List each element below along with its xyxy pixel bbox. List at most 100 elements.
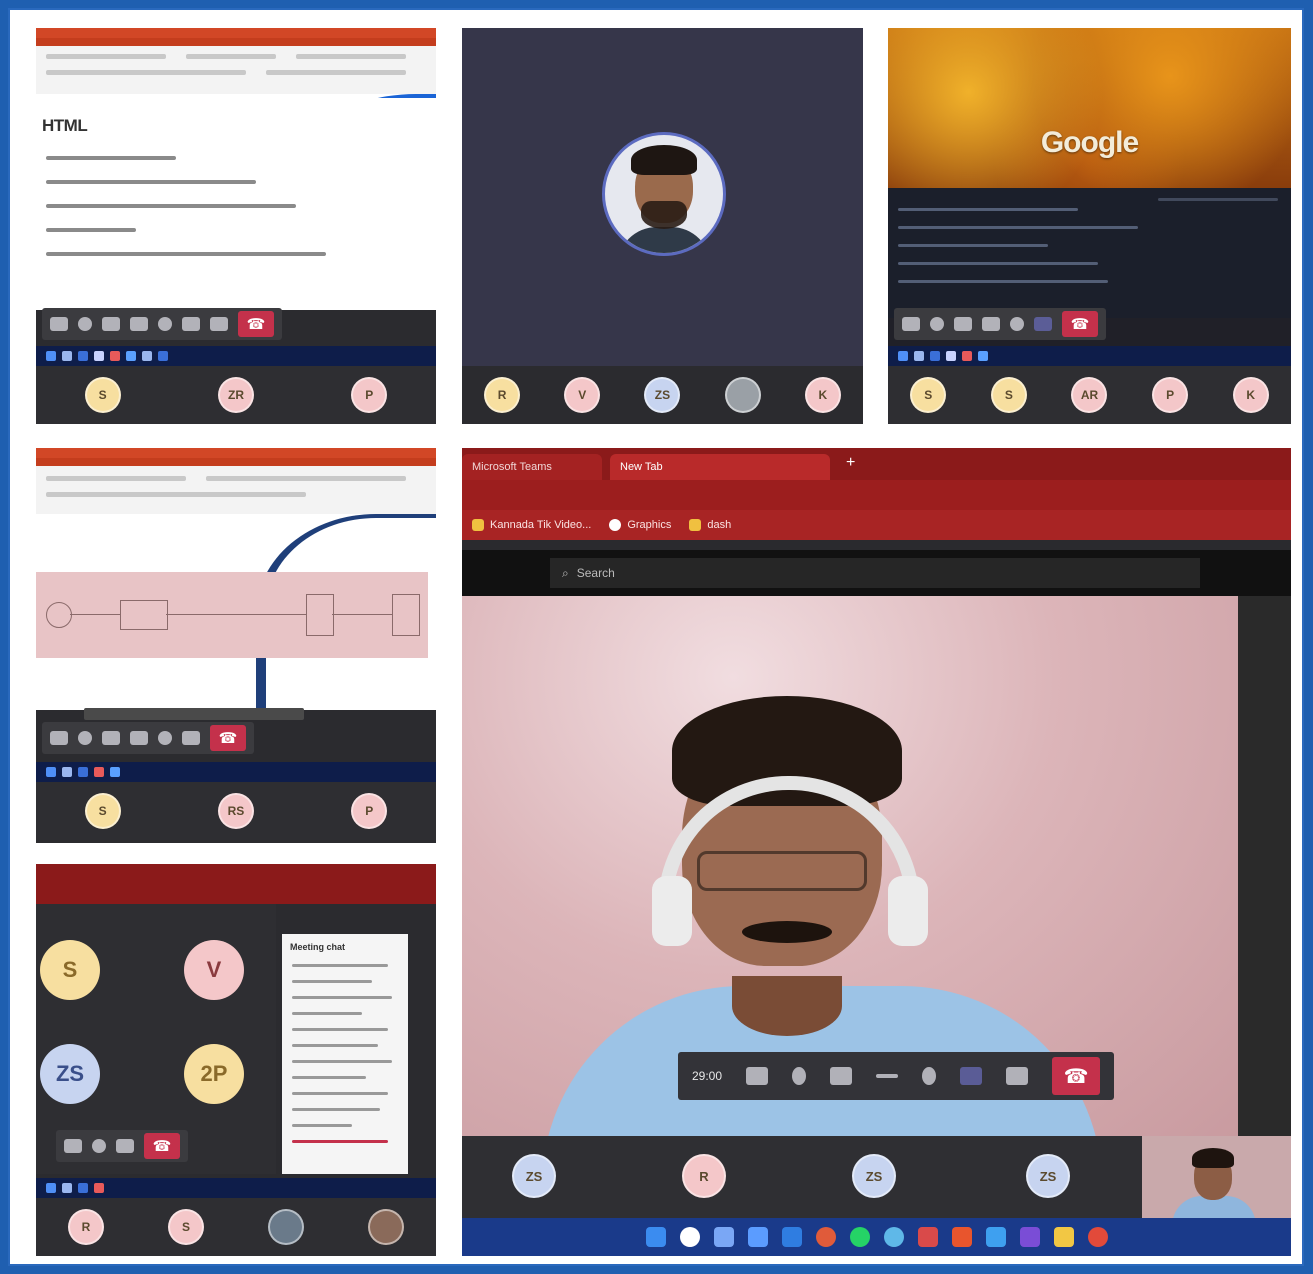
app-icon[interactable] (883, 1227, 904, 1247)
share-icon[interactable] (102, 317, 120, 331)
meeting-controls: ☎ (42, 722, 254, 754)
participant-avatar[interactable]: R (68, 1209, 104, 1245)
profile-photo-tile[interactable]: R V ZS K (462, 28, 863, 424)
mic-icon[interactable] (78, 731, 92, 745)
camera-icon[interactable] (902, 317, 920, 331)
tab-new[interactable]: New Tab (610, 454, 830, 480)
participant-avatar[interactable]: P (1152, 377, 1189, 413)
camera-icon[interactable] (50, 317, 68, 331)
participant-strip: R V ZS K (462, 366, 863, 424)
camera-icon[interactable] (746, 1067, 769, 1085)
main-video-tile[interactable]: Microsoft Teams New Tab + Kannada Tik Vi… (462, 448, 1291, 1256)
participant-avatar[interactable]: S (990, 377, 1027, 413)
folder-icon[interactable] (1053, 1227, 1074, 1247)
mic-icon[interactable] (792, 1067, 807, 1085)
participant-avatar[interactable]: K (1232, 377, 1269, 413)
raise-hand-icon[interactable] (158, 731, 172, 745)
meeting-chat-panel[interactable]: Meeting chat (282, 934, 408, 1174)
bookmark-item[interactable]: dash (689, 519, 731, 531)
more-icon[interactable] (876, 1074, 899, 1078)
search-input[interactable]: ⌕ Search (550, 558, 1200, 588)
task-view-icon[interactable] (713, 1227, 734, 1247)
meeting-controls: ☎ (42, 308, 282, 340)
participant-avatar[interactable]: ZS (40, 1044, 100, 1104)
participant-photo[interactable] (268, 1209, 304, 1245)
chat-icon[interactable] (182, 317, 200, 331)
participant-avatar[interactable]: ZS (852, 1154, 896, 1198)
app-icon[interactable] (747, 1227, 768, 1247)
app-icon[interactable] (1087, 1227, 1108, 1247)
participant-avatar[interactable]: R (682, 1154, 726, 1198)
hang-up-button[interactable]: ☎ (210, 725, 246, 751)
diagram-slide-tile[interactable]: ☎ S RS P (36, 448, 436, 843)
participant-avatar[interactable]: S (168, 1209, 204, 1245)
participant-avatar[interactable]: AR (1071, 377, 1108, 413)
shared-slide-tile[interactable]: HTML ☎ S ZR P (36, 28, 436, 424)
profile-avatar[interactable] (602, 132, 726, 256)
office-icon[interactable] (951, 1227, 972, 1247)
chrome-icon[interactable] (815, 1227, 836, 1247)
app-icon[interactable] (985, 1227, 1006, 1247)
participant-avatar[interactable]: ZS (644, 377, 681, 413)
participant-avatar[interactable]: P (351, 793, 388, 829)
google-code-tile[interactable]: Google ☎ S S AR P K (888, 28, 1291, 424)
participant-avatar[interactable] (724, 377, 761, 413)
participant-avatar[interactable]: 2P (184, 1044, 244, 1104)
share-icon[interactable] (954, 317, 972, 331)
new-tab-icon[interactable]: + (846, 454, 855, 472)
participant-avatar[interactable]: V (184, 940, 244, 1000)
chat-icon[interactable] (182, 731, 200, 745)
share-icon[interactable] (830, 1067, 853, 1085)
participant-avatar[interactable]: S (40, 940, 100, 1000)
meeting-timer: 29:00 (692, 1069, 723, 1083)
participant-avatar[interactable]: K (804, 377, 841, 413)
participant-avatar[interactable]: V (564, 377, 601, 413)
teams-gallery-tile[interactable]: S V ZS 2P ☎ Meeting chat R S (36, 864, 436, 1256)
participant-avatar[interactable]: R (484, 377, 521, 413)
raise-hand-icon[interactable] (158, 317, 172, 331)
more-icon[interactable] (130, 317, 148, 331)
participant-strip: S S AR P K (888, 366, 1291, 424)
bookmark-item[interactable]: Graphics (609, 519, 671, 531)
participant-avatar[interactable]: S (84, 793, 121, 829)
raise-hand-icon[interactable] (922, 1067, 937, 1085)
mic-icon[interactable] (930, 317, 944, 331)
share-icon[interactable] (116, 1139, 134, 1153)
hang-up-button[interactable]: ☎ (238, 311, 274, 337)
mic-icon[interactable] (78, 317, 92, 331)
participant-avatar[interactable]: S (910, 377, 947, 413)
share-icon[interactable] (102, 731, 120, 745)
chat-icon[interactable] (960, 1067, 983, 1085)
participant-avatar[interactable]: RS (217, 793, 254, 829)
participant-avatar[interactable]: ZS (1026, 1154, 1070, 1198)
camera-icon[interactable] (50, 731, 68, 745)
chat-icon[interactable] (1034, 317, 1052, 331)
hang-up-button[interactable]: ☎ (1062, 311, 1098, 337)
address-bar[interactable] (462, 480, 1291, 510)
people-icon[interactable] (1006, 1067, 1029, 1085)
tab-teams[interactable]: Microsoft Teams (462, 454, 602, 480)
search-icon[interactable] (679, 1227, 700, 1247)
vscode-icon[interactable] (781, 1227, 802, 1247)
people-icon[interactable] (210, 317, 228, 331)
self-view-video[interactable] (1142, 1136, 1291, 1218)
mic-icon[interactable] (92, 1139, 106, 1153)
participant-avatar[interactable]: ZR (217, 377, 254, 413)
app-icon[interactable] (917, 1227, 938, 1247)
more-icon[interactable] (982, 317, 1000, 331)
participant-strip: S RS P (36, 782, 436, 840)
raise-hand-icon[interactable] (1010, 317, 1024, 331)
participant-avatar[interactable]: P (351, 377, 388, 413)
hang-up-button[interactable]: ☎ (1052, 1057, 1101, 1095)
visual-studio-icon[interactable] (1019, 1227, 1040, 1247)
start-icon[interactable] (645, 1227, 666, 1247)
hang-up-button[interactable]: ☎ (144, 1133, 180, 1159)
participant-photo[interactable] (368, 1209, 404, 1245)
more-icon[interactable] (130, 731, 148, 745)
whatsapp-icon[interactable] (849, 1227, 870, 1247)
bookmark-item[interactable]: Kannada Tik Video... (472, 519, 591, 531)
participant-avatar[interactable]: S (84, 377, 121, 413)
ppt-ribbon (36, 466, 436, 515)
participant-avatar[interactable]: ZS (512, 1154, 556, 1198)
camera-icon[interactable] (64, 1139, 82, 1153)
